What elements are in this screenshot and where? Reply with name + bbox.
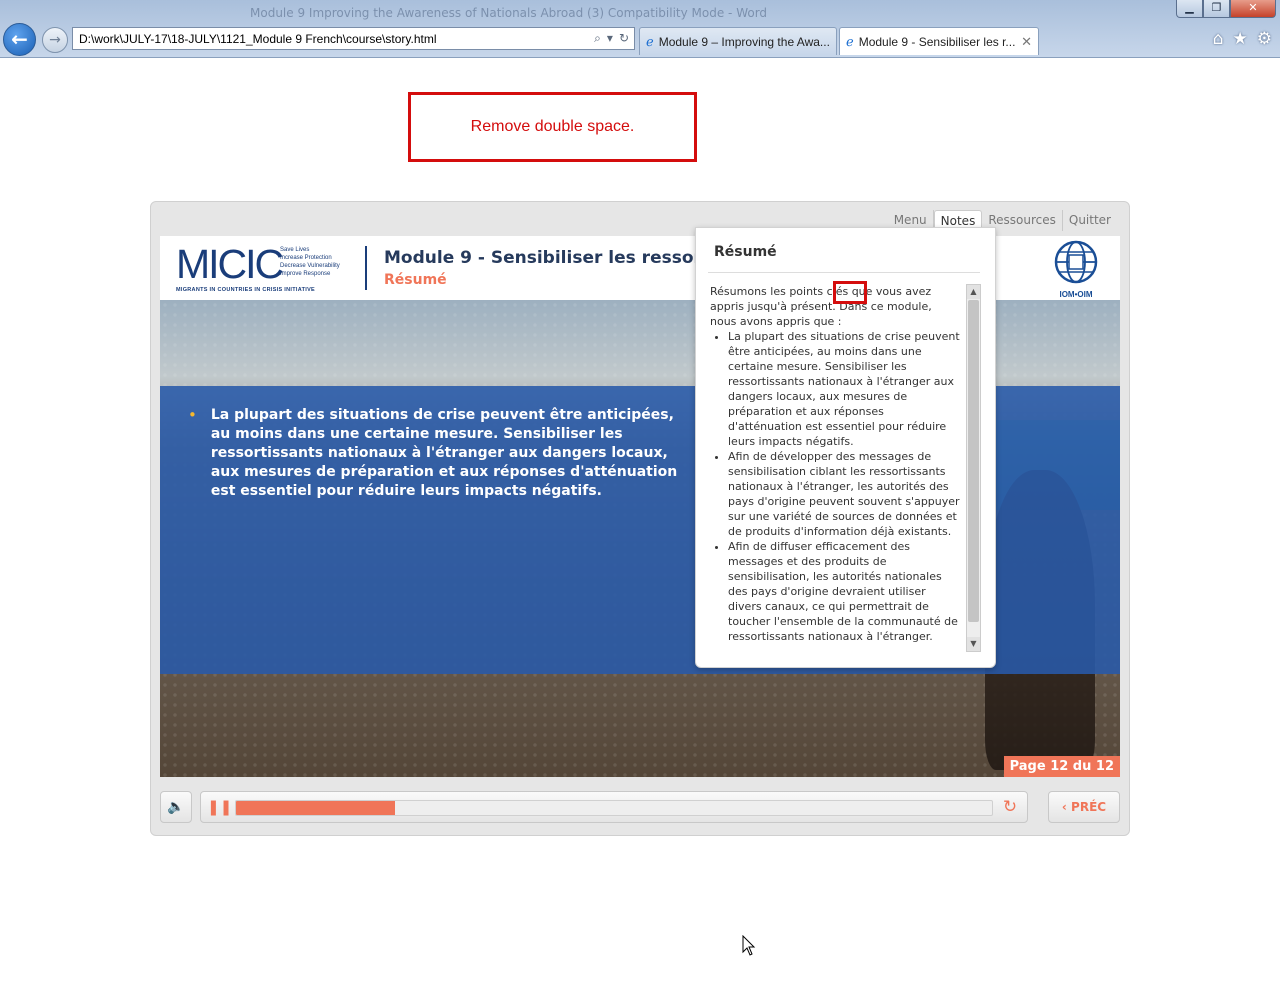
pause-icon: ❚❚	[207, 798, 233, 816]
search-icon[interactable]: ⌕	[594, 31, 601, 46]
window-controls: ▁ ❐ ✕	[1176, 0, 1276, 18]
replay-icon: ↻	[1002, 797, 1018, 817]
module-title: Module 9 - Sensibiliser les ressortis	[384, 248, 726, 268]
micic-subtitle: MIGRANTS IN COUNTRIES IN CRISIS INITIATI…	[176, 287, 316, 293]
double-space-highlight	[833, 281, 867, 304]
window-title: Module 9 Improving the Awareness of Nati…	[250, 6, 768, 20]
notes-list-item: La plupart des situations de crise peuve…	[728, 329, 960, 449]
page-counter: Page 12 du 12	[1003, 756, 1120, 777]
micic-taglines: Save Lives Increase Protection Decrease …	[280, 246, 340, 278]
notes-list-item: Afin de diffuser efficacement des messag…	[728, 539, 960, 644]
slide-bullet: • La plupart des situations de crise peu…	[188, 406, 688, 501]
back-button[interactable]: ←	[3, 23, 36, 56]
notes-scrollbar[interactable]: ▲ ▼	[966, 284, 981, 652]
address-actions: ⌕ ▾ ↻	[594, 31, 634, 46]
tab-module9-french[interactable]: ℯ Module 9 - Sensibiliser les r... ✕	[839, 27, 1039, 55]
notes-content: Résumons les points clés que vous avez a…	[710, 284, 960, 644]
browser-chrome: Module 9 Improving the Awareness of Nati…	[0, 0, 1280, 58]
micic-logo: MICIC Save Lives Increase Protection Dec…	[176, 244, 344, 294]
tagline: Decrease Vulnerability	[280, 263, 340, 269]
seek-bar[interactable]	[235, 800, 993, 816]
tab-module9-english[interactable]: ℯ Module 9 – Improving the Awa...	[639, 27, 837, 55]
tab-label: Module 9 – Improving the Awa...	[658, 34, 830, 49]
toolbar-icons: ⌂ ★ ⚙	[1213, 29, 1272, 49]
prev-label: PRÉC	[1071, 800, 1107, 814]
speaker-icon: 🔈	[167, 799, 185, 815]
dropdown-icon[interactable]: ▾	[607, 31, 613, 46]
mouse-cursor-icon	[742, 935, 756, 956]
volume-button[interactable]: 🔈	[160, 791, 192, 823]
favorites-star-icon[interactable]: ★	[1233, 29, 1248, 49]
address-url[interactable]: D:\work\JULY-17\18-JULY\1121_Module 9 Fr…	[79, 32, 594, 46]
replay-button[interactable]: ↻	[999, 796, 1021, 818]
slide-bullet-text: La plupart des situations de crise peuve…	[210, 407, 678, 499]
review-annotation-box: Remove double space.	[408, 92, 697, 162]
bullet-dot-icon: •	[188, 406, 197, 424]
tagline: Improve Response	[280, 271, 331, 277]
iom-logo: IOM•OIM	[1046, 240, 1106, 299]
header-divider	[365, 246, 367, 290]
notes-divider	[708, 272, 980, 273]
notes-title: Résumé	[714, 244, 777, 260]
scroll-up-icon[interactable]: ▲	[967, 285, 980, 299]
window-titlebar: Module 9 Improving the Awareness of Nati…	[0, 0, 1280, 24]
seek-bar-group: ❚❚ ↻	[200, 791, 1028, 823]
notes-list: La plupart des situations de crise peuve…	[710, 329, 960, 644]
tab-close-icon[interactable]: ✕	[1021, 34, 1032, 50]
nav-quit[interactable]: Quitter	[1063, 210, 1117, 231]
minimize-button[interactable]: ▁	[1176, 0, 1203, 18]
close-window-button[interactable]: ✕	[1230, 0, 1276, 18]
restore-button[interactable]: ❐	[1203, 0, 1230, 18]
annotation-text: Remove double space.	[470, 118, 635, 135]
pause-button[interactable]: ❚❚	[207, 796, 233, 818]
iom-label: IOM•OIM	[1059, 290, 1093, 299]
ie-page-icon: ℯ	[646, 33, 654, 49]
scroll-down-icon[interactable]: ▼	[967, 637, 980, 651]
forward-icon: →	[49, 32, 61, 48]
slide-subtitle: Résumé	[384, 272, 447, 288]
tab-label: Module 9 - Sensibiliser les r...	[858, 34, 1016, 49]
forward-button[interactable]: →	[42, 27, 68, 53]
settings-gear-icon[interactable]: ⚙	[1257, 29, 1272, 49]
home-icon[interactable]: ⌂	[1213, 29, 1224, 49]
playback-controls: 🔈 ❚❚ ↻ ‹ PRÉC	[160, 791, 1120, 823]
tagline: Increase Protection	[280, 255, 332, 261]
globe-icon	[1054, 240, 1098, 284]
seek-progress	[236, 801, 395, 815]
scroll-thumb[interactable]	[968, 300, 979, 622]
course-player: Menu Notes Ressources Quitter MICIC Save…	[150, 201, 1130, 836]
chevron-left-icon: ‹	[1061, 800, 1072, 814]
prev-button[interactable]: ‹ PRÉC	[1048, 791, 1120, 823]
refresh-icon[interactable]: ↻	[619, 31, 629, 46]
tagline: Save Lives	[280, 247, 310, 253]
back-icon: ←	[11, 27, 28, 51]
address-bar[interactable]: D:\work\JULY-17\18-JULY\1121_Module 9 Fr…	[72, 27, 635, 50]
notes-list-item: Afin de développer des messages de sensi…	[728, 449, 960, 539]
ie-page-icon: ℯ	[846, 33, 854, 49]
